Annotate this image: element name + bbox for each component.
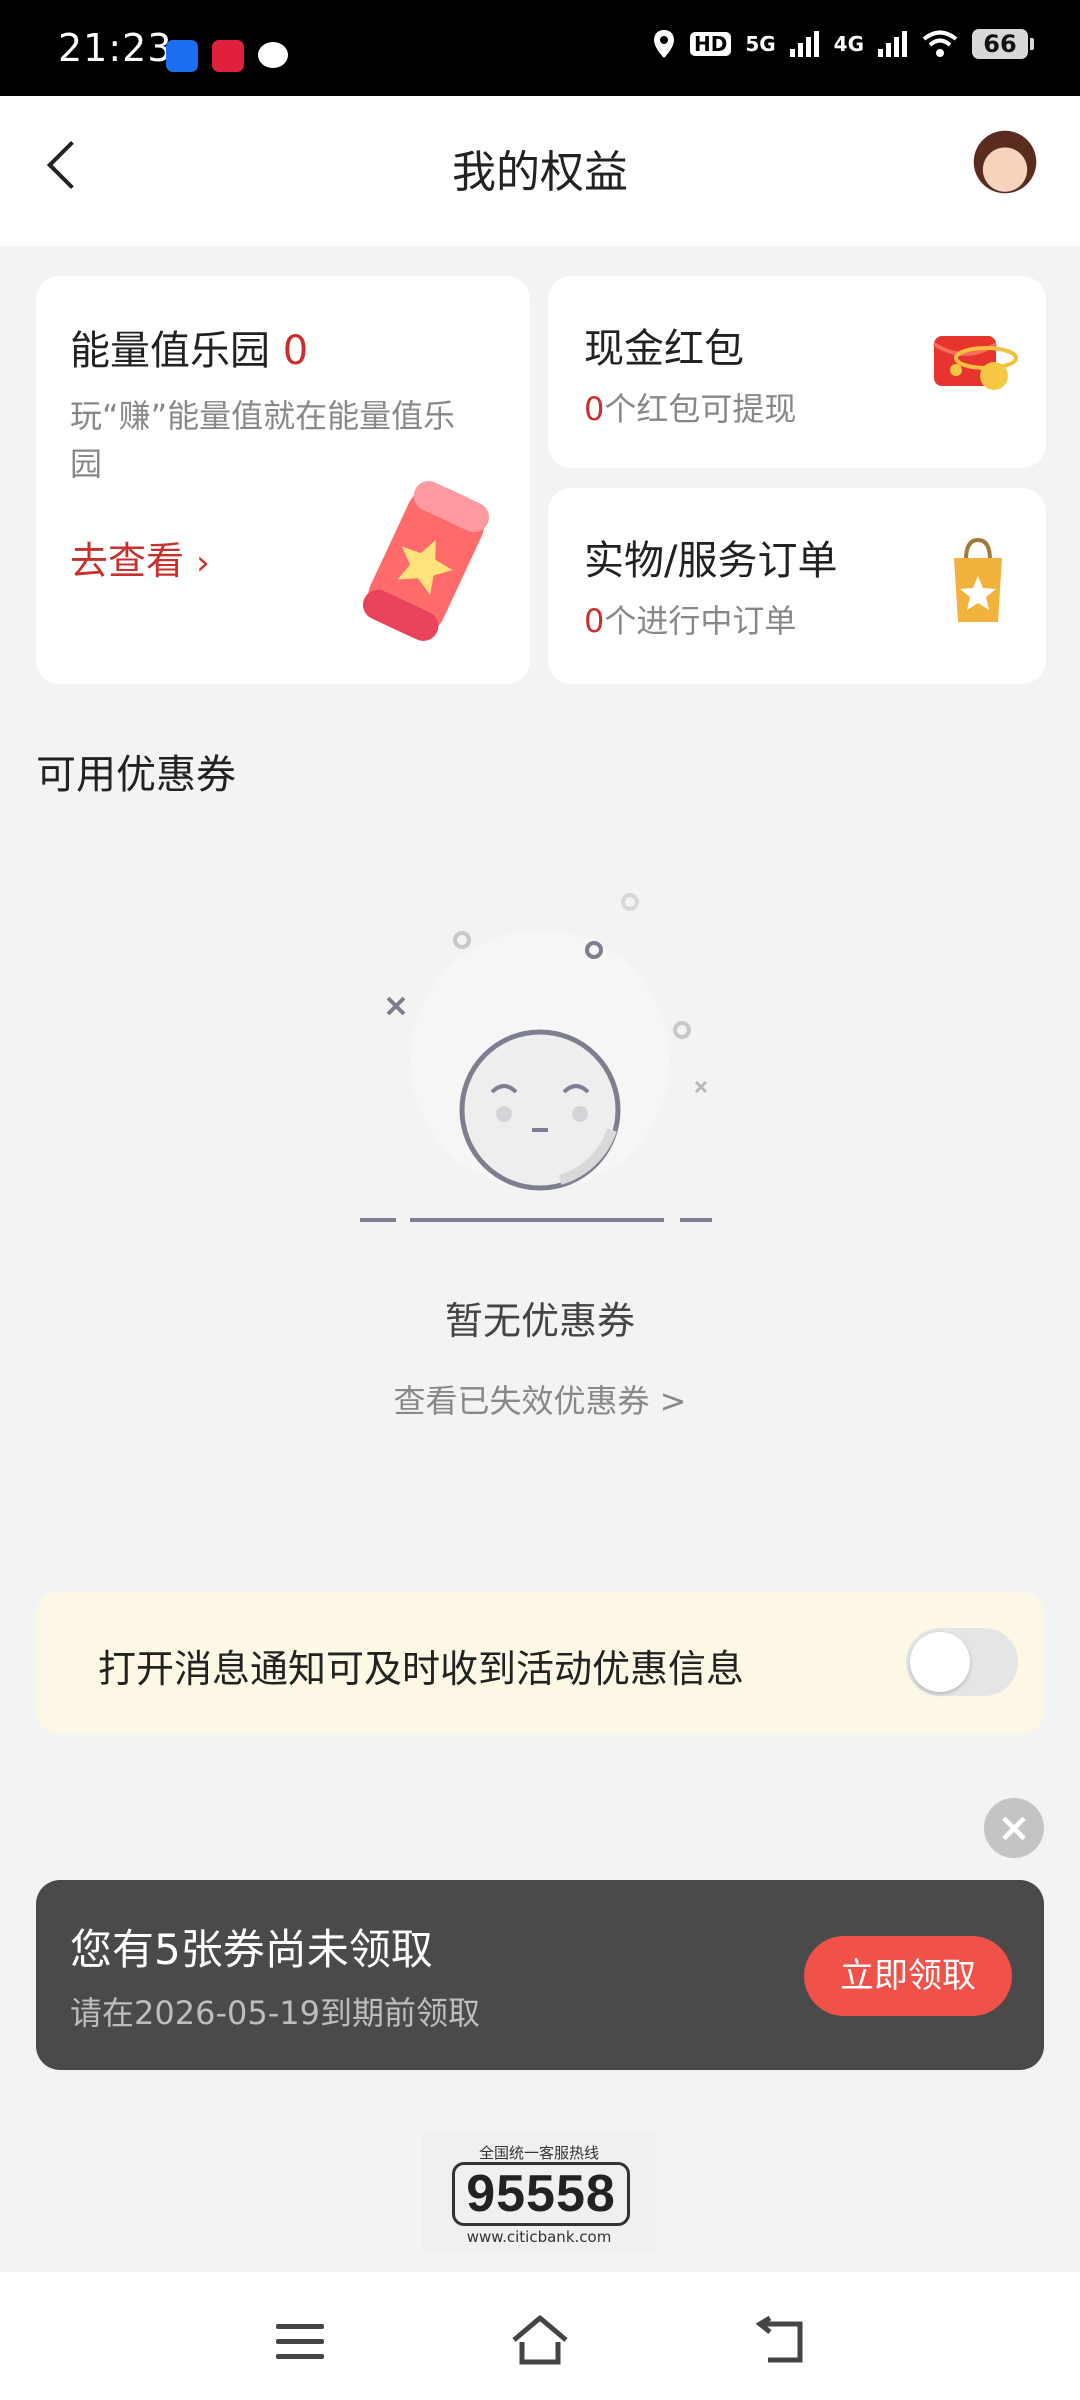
lantern-icon: [362, 481, 490, 641]
energy-park-card[interactable]: 能量值乐园 0 玩“赚”能量值就在能量值乐园 去查看 ›: [36, 276, 530, 684]
system-nav-bar: [0, 2272, 1080, 2400]
close-icon[interactable]: ×: [984, 1798, 1044, 1858]
orders-count: 0: [584, 602, 605, 640]
cash-card-desc: 0个红包可提现: [584, 390, 797, 428]
banner-title: 您有5张券尚未领取: [70, 1925, 433, 1974]
app-notification-icon: [166, 40, 198, 72]
empty-coupons-text: 暂无优惠券: [444, 1299, 635, 1343]
cash-card-title: 现金红包: [584, 326, 744, 372]
status-bar: 21:23 HD 5G 4G 66: [0, 0, 1080, 96]
notification-prompt-text: 打开消息通知可及时收到活动优惠信息: [98, 1647, 745, 1691]
claim-now-button[interactable]: 立即领取: [804, 1936, 1012, 2016]
view-link[interactable]: 去查看 ›: [70, 530, 210, 585]
status-time: 21:23: [58, 26, 173, 70]
energy-card-title: 能量值乐园 0: [70, 328, 309, 374]
cash-redpacket-card[interactable]: 现金红包 0个红包可提现: [548, 276, 1046, 468]
video-app-notification-icon: [212, 40, 244, 72]
unclaimed-coupons-banner: 您有5张券尚未领取 请在2026-05-19到期前领取 立即领取: [36, 1880, 1044, 2070]
hotline-caption: 全国统一客服热线: [478, 2144, 599, 2162]
hotline-badge: 全国统一客服热线 95558 www.citicbank.com: [422, 2130, 656, 2254]
wifi-icon: [922, 30, 958, 57]
hotline-number: 95558: [452, 2162, 630, 2226]
expired-coupons-link[interactable]: 查看已失效优惠券 >: [0, 1376, 1080, 1422]
cash-count: 0: [584, 390, 605, 428]
notification-toggle[interactable]: [906, 1628, 1018, 1696]
network-5g-label: 5G: [745, 32, 776, 56]
battery-icon: 66: [972, 29, 1034, 59]
notification-prompt: 打开消息通知可及时收到活动优惠信息: [36, 1592, 1044, 1734]
page-title: 我的权益: [452, 147, 628, 198]
home-icon[interactable]: [510, 2314, 570, 2366]
avatar[interactable]: [970, 124, 1040, 200]
menu-icon[interactable]: [276, 2322, 324, 2362]
coupons-section-title: 可用优惠券: [36, 752, 236, 798]
network-4g-label: 4G: [833, 32, 864, 56]
red-packet-icon: [932, 336, 1018, 390]
hotline-url: www.citicbank.com: [466, 2228, 612, 2246]
signal-icon-2: [878, 31, 907, 57]
orders-card-title: 实物/服务订单: [584, 538, 838, 584]
orders-card-desc: 0个进行中订单: [584, 602, 797, 640]
hd-icon: HD: [689, 32, 732, 56]
location-icon: [653, 30, 674, 58]
signal-icon: [789, 31, 819, 57]
back-nav-icon[interactable]: [756, 2316, 806, 2366]
orders-card[interactable]: 实物/服务订单 0个进行中订单: [548, 488, 1046, 684]
status-indicators: HD 5G 4G 66: [652, 28, 1034, 60]
toggle-knob: [910, 1632, 970, 1692]
sad-face-empty-illustration: [360, 893, 712, 1222]
message-notification-icon: [258, 42, 288, 68]
shopping-bag-icon: [954, 537, 1002, 622]
energy-count: 0: [282, 328, 309, 374]
banner-subtitle: 请在2026-05-19到期前领取: [70, 1994, 480, 2032]
